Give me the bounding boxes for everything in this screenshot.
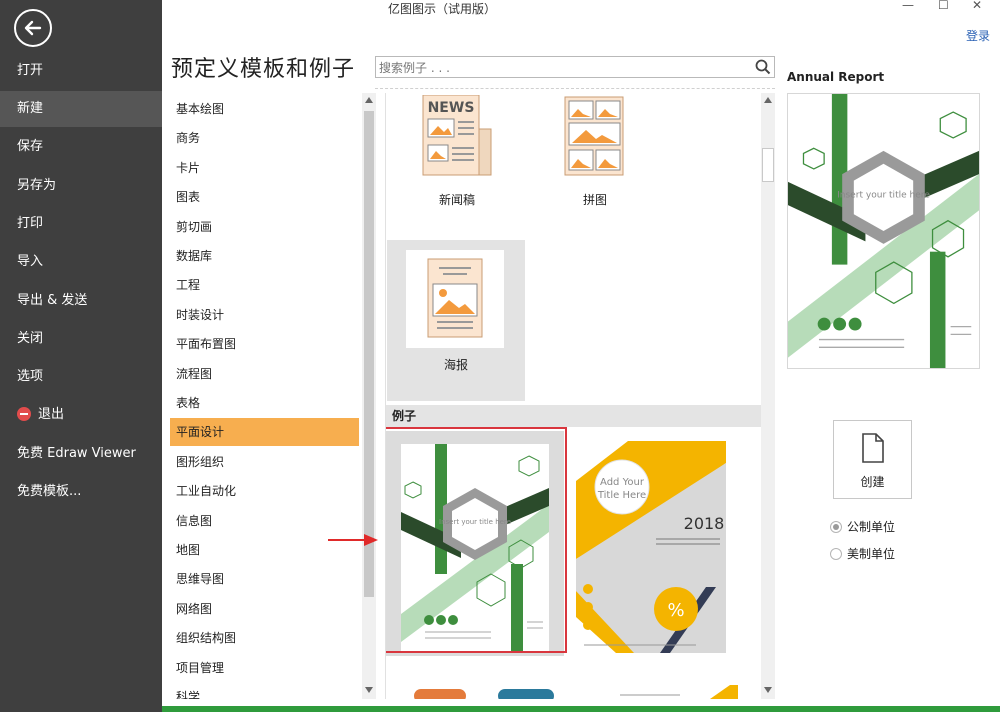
category-scrollbar[interactable] bbox=[362, 93, 376, 699]
metric-radio[interactable] bbox=[830, 520, 842, 533]
report-2018-year: 2018 bbox=[684, 514, 725, 533]
category-industrial-automation[interactable]: 工业自动化 bbox=[170, 477, 359, 505]
template-scroll-thumb[interactable] bbox=[762, 148, 774, 182]
preview-panel: Insert your title here bbox=[787, 93, 980, 369]
sidebar-item-options[interactable]: 选项 bbox=[0, 359, 162, 395]
search-icon[interactable] bbox=[755, 59, 771, 75]
report-2018-title-line2: Title Here bbox=[597, 490, 646, 501]
preview-thumb-title: Insert your title here bbox=[837, 190, 930, 200]
status-bar bbox=[162, 706, 1000, 712]
exit-icon bbox=[17, 406, 31, 421]
examples-header: 例子 bbox=[386, 405, 761, 427]
category-charts[interactable]: 图表 bbox=[170, 183, 359, 211]
category-business[interactable]: 商务 bbox=[170, 124, 359, 152]
selection-highlight bbox=[386, 427, 567, 653]
unit-us-option[interactable]: 美制单位 bbox=[830, 545, 895, 562]
category-basic-drawing[interactable]: 基本绘图 bbox=[170, 95, 359, 123]
close-window-button[interactable]: ✕ bbox=[972, 0, 982, 12]
create-button[interactable]: 创建 bbox=[833, 420, 912, 499]
sidebar-item-save-as[interactable]: 另存为 bbox=[0, 168, 162, 204]
category-network[interactable]: 网络图 bbox=[170, 595, 359, 623]
sidebar-item-exit[interactable]: 退出 bbox=[0, 397, 162, 433]
unit-metric-option[interactable]: 公制单位 bbox=[830, 518, 895, 535]
template-scrollbar[interactable] bbox=[761, 93, 775, 699]
file-sidebar: 打开 新建 保存 另存为 打印 导入 导出 & 发送 关闭 选项 退出 免费 E… bbox=[0, 0, 162, 712]
news-thumbnail: NEWS bbox=[422, 95, 492, 176]
category-clipart[interactable]: 剪切画 bbox=[170, 213, 359, 241]
preview-title: Annual Report bbox=[787, 70, 885, 84]
window-title: 亿图图示（试用版） bbox=[388, 2, 497, 16]
sidebar-item-new[interactable]: 新建 bbox=[0, 91, 162, 127]
sidebar-item-export[interactable]: 导出 & 发送 bbox=[0, 283, 162, 319]
us-label: 美制单位 bbox=[847, 547, 896, 561]
back-button[interactable] bbox=[14, 9, 52, 47]
category-mind-map[interactable]: 思维导图 bbox=[170, 565, 359, 593]
category-flowchart[interactable]: 流程图 bbox=[170, 360, 359, 388]
sidebar-item-open[interactable]: 打开 bbox=[0, 53, 162, 89]
template-label: 新闻稿 bbox=[438, 193, 475, 207]
category-graphic-organizer[interactable]: 图形组织 bbox=[170, 448, 359, 476]
sidebar-item-edraw-viewer[interactable]: 免费 Edraw Viewer bbox=[0, 436, 162, 472]
category-science[interactable]: 科学 bbox=[170, 683, 359, 699]
back-arrow-icon bbox=[24, 20, 42, 36]
sidebar-item-close[interactable]: 关闭 bbox=[0, 321, 162, 357]
category-scroll-thumb[interactable] bbox=[364, 111, 374, 597]
scroll-up-icon[interactable] bbox=[365, 97, 373, 103]
page-title: 预定义模板和例子 bbox=[171, 57, 356, 82]
example-tile-2018-report[interactable]: Add Your Title Here 2018 % bbox=[576, 441, 726, 653]
report-2018-thumbnail: Add Your Title Here 2018 % bbox=[576, 441, 726, 653]
search-box bbox=[375, 56, 775, 78]
sidebar-item-import[interactable]: 导入 bbox=[0, 244, 162, 280]
document-icon bbox=[862, 433, 884, 463]
sidebar-item-label: 退出 bbox=[38, 407, 65, 422]
us-radio[interactable] bbox=[830, 547, 842, 560]
red-arrow-icon bbox=[328, 534, 378, 546]
login-link[interactable]: 登录 bbox=[966, 27, 990, 44]
scroll-down-icon[interactable] bbox=[764, 687, 772, 693]
template-label: 拼图 bbox=[582, 193, 607, 207]
search-input[interactable] bbox=[376, 58, 746, 78]
preview-thumbnail: Insert your title here bbox=[788, 94, 979, 368]
template-label: 海报 bbox=[443, 358, 468, 372]
template-grid: NEWS 新闻稿 拼图 海报 例子 Insert your title here… bbox=[385, 93, 761, 699]
scroll-down-icon[interactable] bbox=[365, 687, 373, 693]
category-org-chart[interactable]: 组织结构图 bbox=[170, 624, 359, 652]
template-tile-news[interactable]: NEWS 新闻稿 bbox=[388, 93, 526, 235]
scroll-up-icon[interactable] bbox=[764, 97, 772, 103]
category-cards[interactable]: 卡片 bbox=[170, 154, 359, 182]
poster-thumbnail bbox=[427, 258, 483, 338]
category-database[interactable]: 数据库 bbox=[170, 242, 359, 270]
sidebar-item-free-templates[interactable]: 免费模板... bbox=[0, 474, 162, 510]
category-engineering[interactable]: 工程 bbox=[170, 271, 359, 299]
sidebar-item-save[interactable]: 保存 bbox=[0, 129, 162, 165]
template-tile-collage[interactable]: 拼图 bbox=[526, 93, 664, 235]
template-tile-poster[interactable]: 海报 bbox=[387, 240, 525, 401]
create-label: 创建 bbox=[860, 475, 885, 489]
minimize-button[interactable]: — bbox=[902, 0, 914, 12]
collage-thumbnail bbox=[564, 96, 624, 176]
category-list: 基本绘图 商务 卡片 图表 剪切画 数据库 工程 时装设计 平面布置图 流程图 … bbox=[170, 93, 362, 699]
divider bbox=[375, 88, 775, 89]
report-2018-title-line1: Add Your bbox=[600, 477, 645, 488]
news-thumb-text: NEWS bbox=[428, 100, 475, 116]
category-fashion[interactable]: 时装设计 bbox=[170, 301, 359, 329]
category-graphic-design[interactable]: 平面设计 bbox=[170, 418, 359, 446]
more-examples-peek bbox=[414, 685, 738, 699]
category-infographic[interactable]: 信息图 bbox=[170, 507, 359, 535]
sidebar-item-print[interactable]: 打印 bbox=[0, 206, 162, 242]
maximize-button[interactable]: ☐ bbox=[938, 0, 949, 12]
report-2018-badge: % bbox=[667, 600, 684, 621]
app-window: 打开 新建 保存 另存为 打印 导入 导出 & 发送 关闭 选项 退出 免费 E… bbox=[0, 0, 1000, 712]
category-floor-plan[interactable]: 平面布置图 bbox=[170, 330, 359, 358]
category-table[interactable]: 表格 bbox=[170, 389, 359, 417]
metric-label: 公制单位 bbox=[847, 520, 896, 534]
category-project-management[interactable]: 项目管理 bbox=[170, 654, 359, 682]
example-tile-annual-report[interactable]: Insert your title here bbox=[386, 427, 567, 656]
